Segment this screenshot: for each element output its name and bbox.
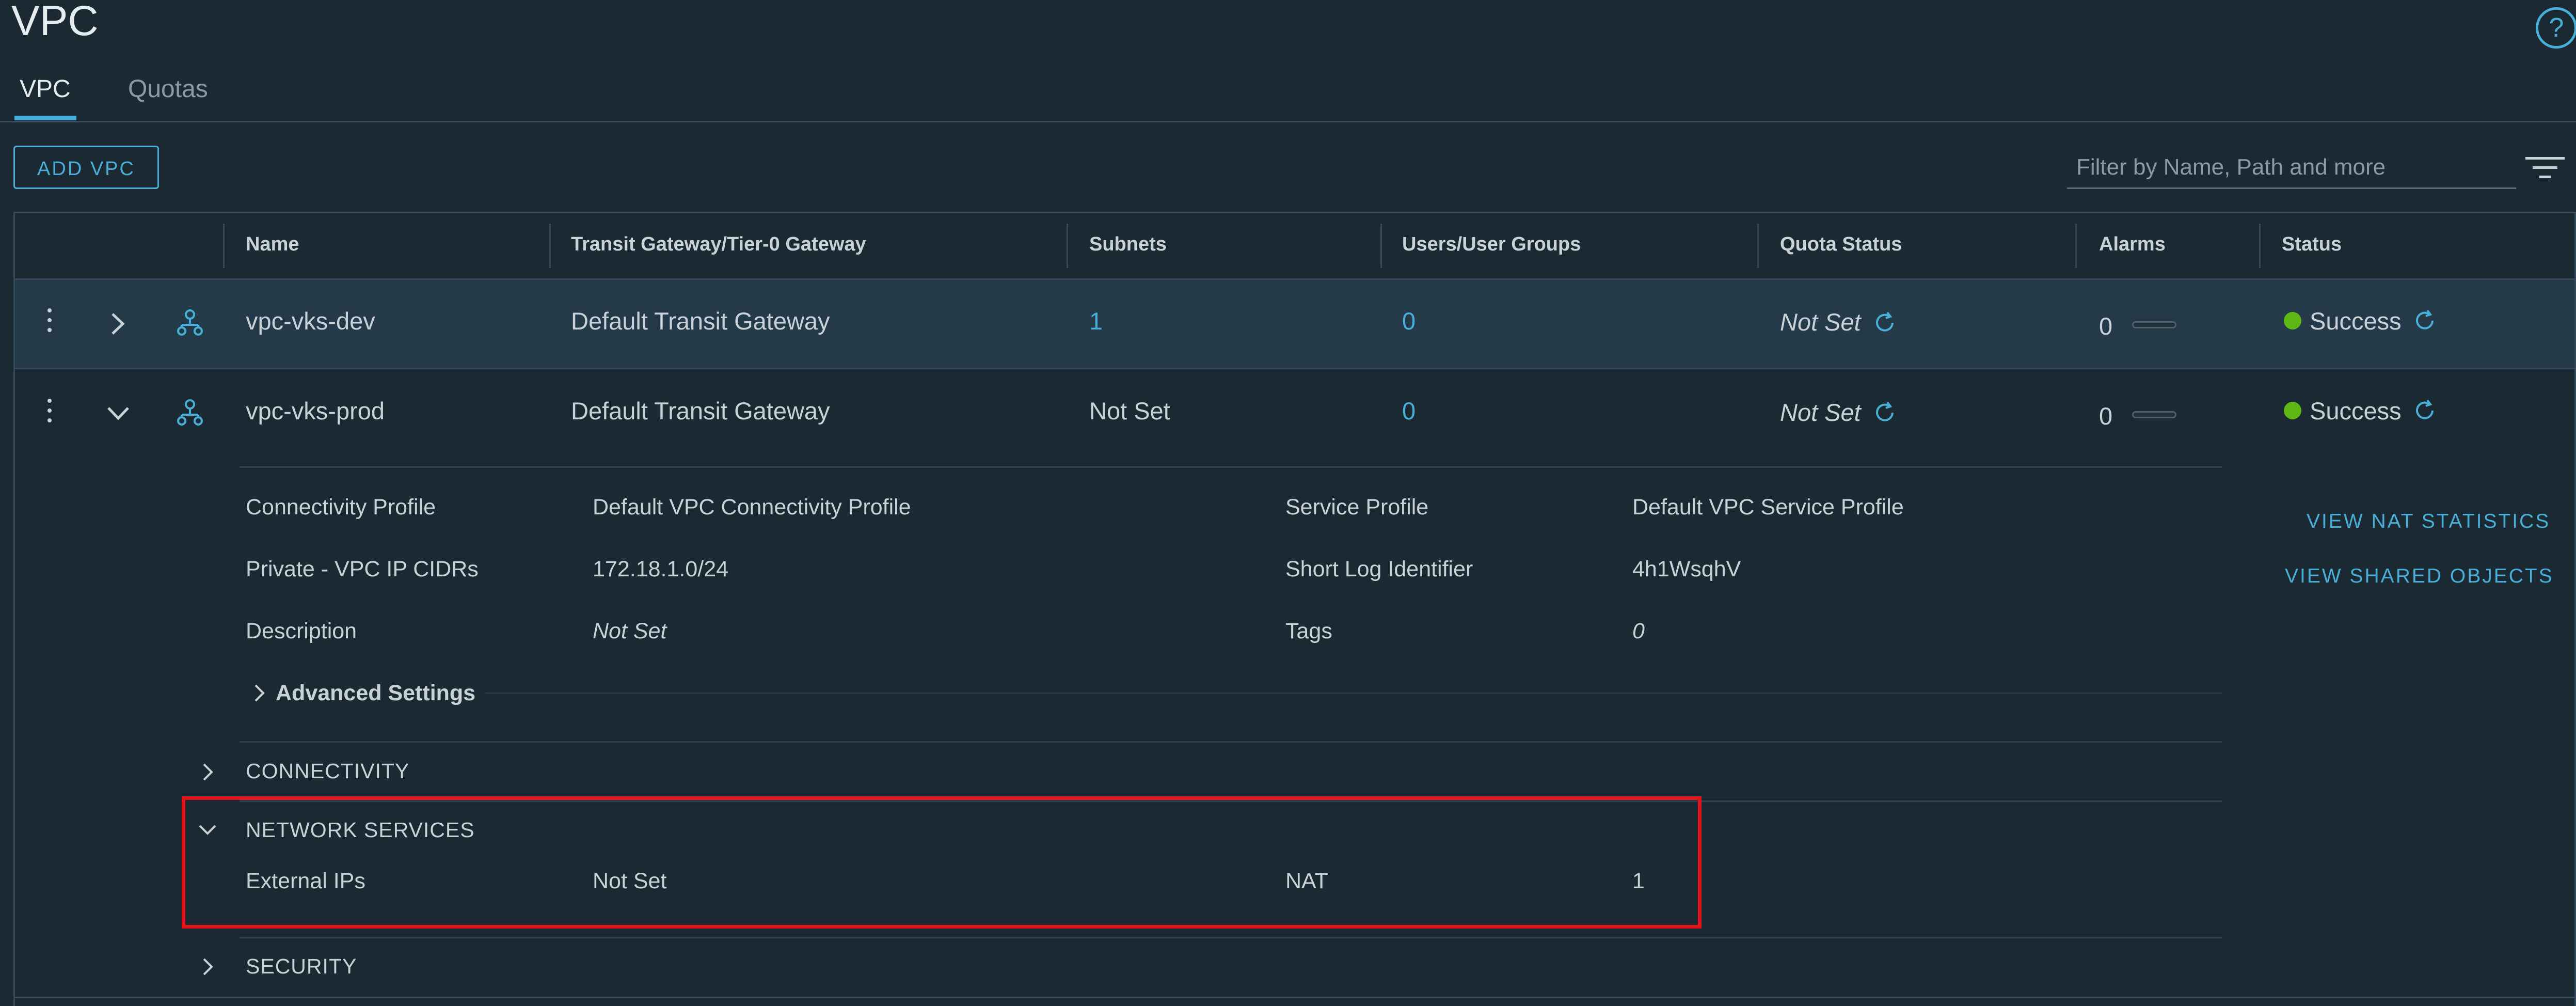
vpc-icon: [177, 399, 203, 426]
security-section-toggle[interactable]: SECURITY: [246, 954, 357, 979]
column-header-quota-status[interactable]: Quota Status: [1780, 233, 1902, 256]
gateway-cell: Default Transit Gateway: [571, 307, 830, 335]
view-nat-statistics-link[interactable]: VIEW NAT STATISTICS: [2307, 510, 2550, 533]
column-header-alarms[interactable]: Alarms: [2099, 233, 2166, 256]
column-header-gateway[interactable]: Transit Gateway/Tier-0 Gateway: [571, 233, 866, 256]
short-log-label: Short Log Identifier: [1285, 557, 1473, 581]
advanced-settings-toggle[interactable]: Advanced Settings: [276, 681, 475, 706]
column-separator[interactable]: [549, 224, 551, 268]
column-separator[interactable]: [2259, 224, 2261, 268]
kebab-icon[interactable]: [47, 308, 53, 338]
chevron-down-icon[interactable]: [105, 404, 131, 422]
vpc-name-link[interactable]: vpc-vks-prod: [246, 397, 385, 425]
column-separator[interactable]: [2075, 224, 2077, 268]
cidrs-label: Private - VPC IP CIDRs: [246, 557, 479, 581]
refresh-icon[interactable]: [2413, 399, 2437, 422]
help-icon[interactable]: ?: [2536, 7, 2576, 49]
vpc-icon: [177, 309, 203, 336]
datagrid-header: [15, 213, 2574, 280]
connectivity-profile-label: Connectivity Profile: [246, 495, 436, 520]
tags-label: Tags: [1285, 619, 1332, 643]
success-status-icon: [2284, 402, 2301, 419]
alarms-count: 0: [2099, 402, 2113, 430]
section-divider: [240, 937, 2222, 938]
success-status-icon: [2284, 312, 2301, 329]
column-header-name[interactable]: Name: [246, 233, 299, 256]
alarm-bar: [2132, 411, 2176, 418]
quota-status-cell: Not Set: [1780, 308, 1861, 336]
column-header-users[interactable]: Users/User Groups: [1402, 233, 1581, 256]
add-vpc-button[interactable]: ADD VPC: [13, 146, 159, 189]
detail-divider: [240, 466, 2222, 468]
column-separator[interactable]: [1067, 224, 1068, 268]
cidrs-value: 172.18.1.0/24: [593, 557, 729, 581]
column-header-status[interactable]: Status: [2282, 233, 2342, 256]
description-value: Not Set: [593, 619, 667, 643]
refresh-icon[interactable]: [1873, 311, 1897, 335]
vpc-name-link[interactable]: vpc-vks-dev: [246, 307, 375, 335]
service-profile-label: Service Profile: [1285, 495, 1429, 520]
column-header-subnets[interactable]: Subnets: [1089, 233, 1167, 256]
highlight-box: [182, 796, 1702, 929]
chevron-right-icon[interactable]: [108, 311, 127, 337]
view-shared-objects-link[interactable]: VIEW SHARED OBJECTS: [2285, 565, 2554, 588]
section-divider: [240, 741, 2222, 743]
chevron-right-icon[interactable]: [200, 762, 215, 782]
refresh-icon[interactable]: [1873, 401, 1897, 425]
connectivity-profile-link[interactable]: Default VPC Connectivity Profile: [593, 495, 911, 520]
table-row[interactable]: [15, 280, 2574, 369]
subnets-link[interactable]: 1: [1089, 307, 1103, 335]
gateway-cell: Default Transit Gateway: [571, 397, 830, 425]
filter-icon[interactable]: [2525, 155, 2565, 181]
status-text: Success: [2310, 397, 2402, 425]
refresh-icon[interactable]: [2413, 309, 2437, 333]
description-label: Description: [246, 619, 357, 643]
kebab-icon[interactable]: [47, 399, 53, 428]
chevron-right-icon[interactable]: [252, 683, 266, 703]
subnets-cell: Not Set: [1089, 397, 1170, 425]
page-title: VPC: [11, 0, 99, 44]
alarm-bar: [2132, 321, 2176, 328]
column-separator[interactable]: [223, 224, 225, 268]
status-text: Success: [2310, 307, 2402, 335]
chevron-right-icon[interactable]: [200, 956, 215, 977]
filter-input[interactable]: Filter by Name, Path and more: [2067, 146, 2516, 189]
active-tab-indicator: [14, 116, 76, 120]
tabs-divider: [0, 121, 2576, 122]
short-log-value: 4h1WsqhV: [1632, 557, 1741, 581]
users-link[interactable]: 0: [1402, 397, 1416, 425]
advanced-divider: [485, 693, 2222, 694]
column-separator[interactable]: [1757, 224, 1759, 268]
tab-vpc[interactable]: VPC: [20, 75, 71, 103]
users-link[interactable]: 0: [1402, 307, 1416, 335]
column-separator[interactable]: [1380, 224, 1382, 268]
datagrid-footer-rule: [15, 997, 2574, 998]
service-profile-link[interactable]: Default VPC Service Profile: [1632, 495, 1904, 520]
connectivity-section-toggle[interactable]: CONNECTIVITY: [246, 759, 409, 783]
tags-value: 0: [1632, 619, 1645, 643]
quota-status-cell: Not Set: [1780, 399, 1861, 426]
alarms-count: 0: [2099, 312, 2113, 340]
tab-quotas[interactable]: Quotas: [128, 75, 208, 103]
